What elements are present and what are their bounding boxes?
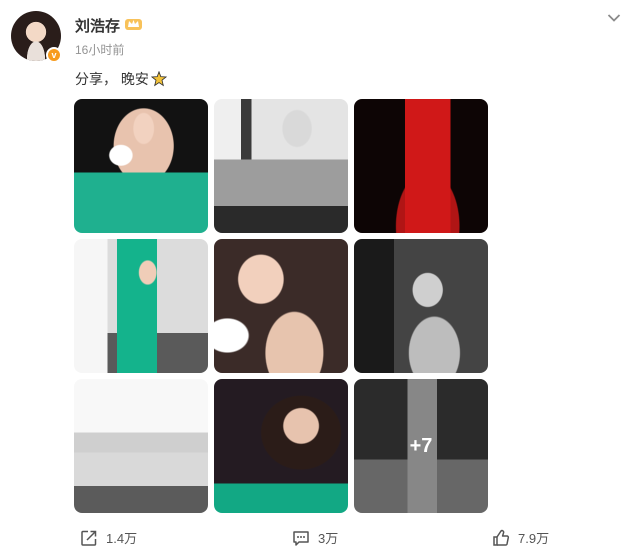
post-text: 分享， 晚安: [75, 69, 167, 89]
photo-thumbnail[interactable]: [214, 239, 348, 373]
photo-thumbnail[interactable]: [214, 379, 348, 513]
post-text-content: 分享， 晚安: [75, 71, 149, 87]
like-icon: [493, 529, 510, 546]
post-menu-button[interactable]: [604, 8, 624, 28]
share-icon: [81, 530, 97, 546]
photo-grid: +7: [74, 99, 488, 513]
comment-button[interactable]: 3万: [292, 528, 338, 547]
photo-thumbnail[interactable]: [74, 99, 208, 233]
photo-thumbnail[interactable]: [354, 99, 488, 233]
post-time[interactable]: 16小时前: [75, 41, 124, 58]
comment-icon: [293, 530, 309, 546]
share-button[interactable]: 1.4万: [80, 528, 137, 547]
verified-badge: v: [46, 47, 62, 63]
more-photos-count: +7: [354, 379, 488, 513]
photo-thumbnail[interactable]: [74, 239, 208, 373]
author-name[interactable]: 刘浩存: [75, 15, 120, 36]
photo-thumbnail[interactable]: [214, 99, 348, 233]
post-actions: 1.4万 3万 7.9万: [0, 520, 640, 559]
chevron-down-icon: [607, 14, 621, 22]
like-count: 7.9万: [518, 531, 550, 546]
photo-thumbnail[interactable]: [354, 239, 488, 373]
like-button[interactable]: 7.9万: [492, 528, 549, 547]
sparkle-star-icon: [150, 71, 167, 87]
vip-crown-icon: [125, 19, 142, 30]
share-count: 1.4万: [106, 531, 138, 546]
comment-count: 3万: [318, 531, 339, 546]
photo-thumbnail-more[interactable]: +7: [354, 379, 488, 513]
photo-thumbnail[interactable]: [74, 379, 208, 513]
